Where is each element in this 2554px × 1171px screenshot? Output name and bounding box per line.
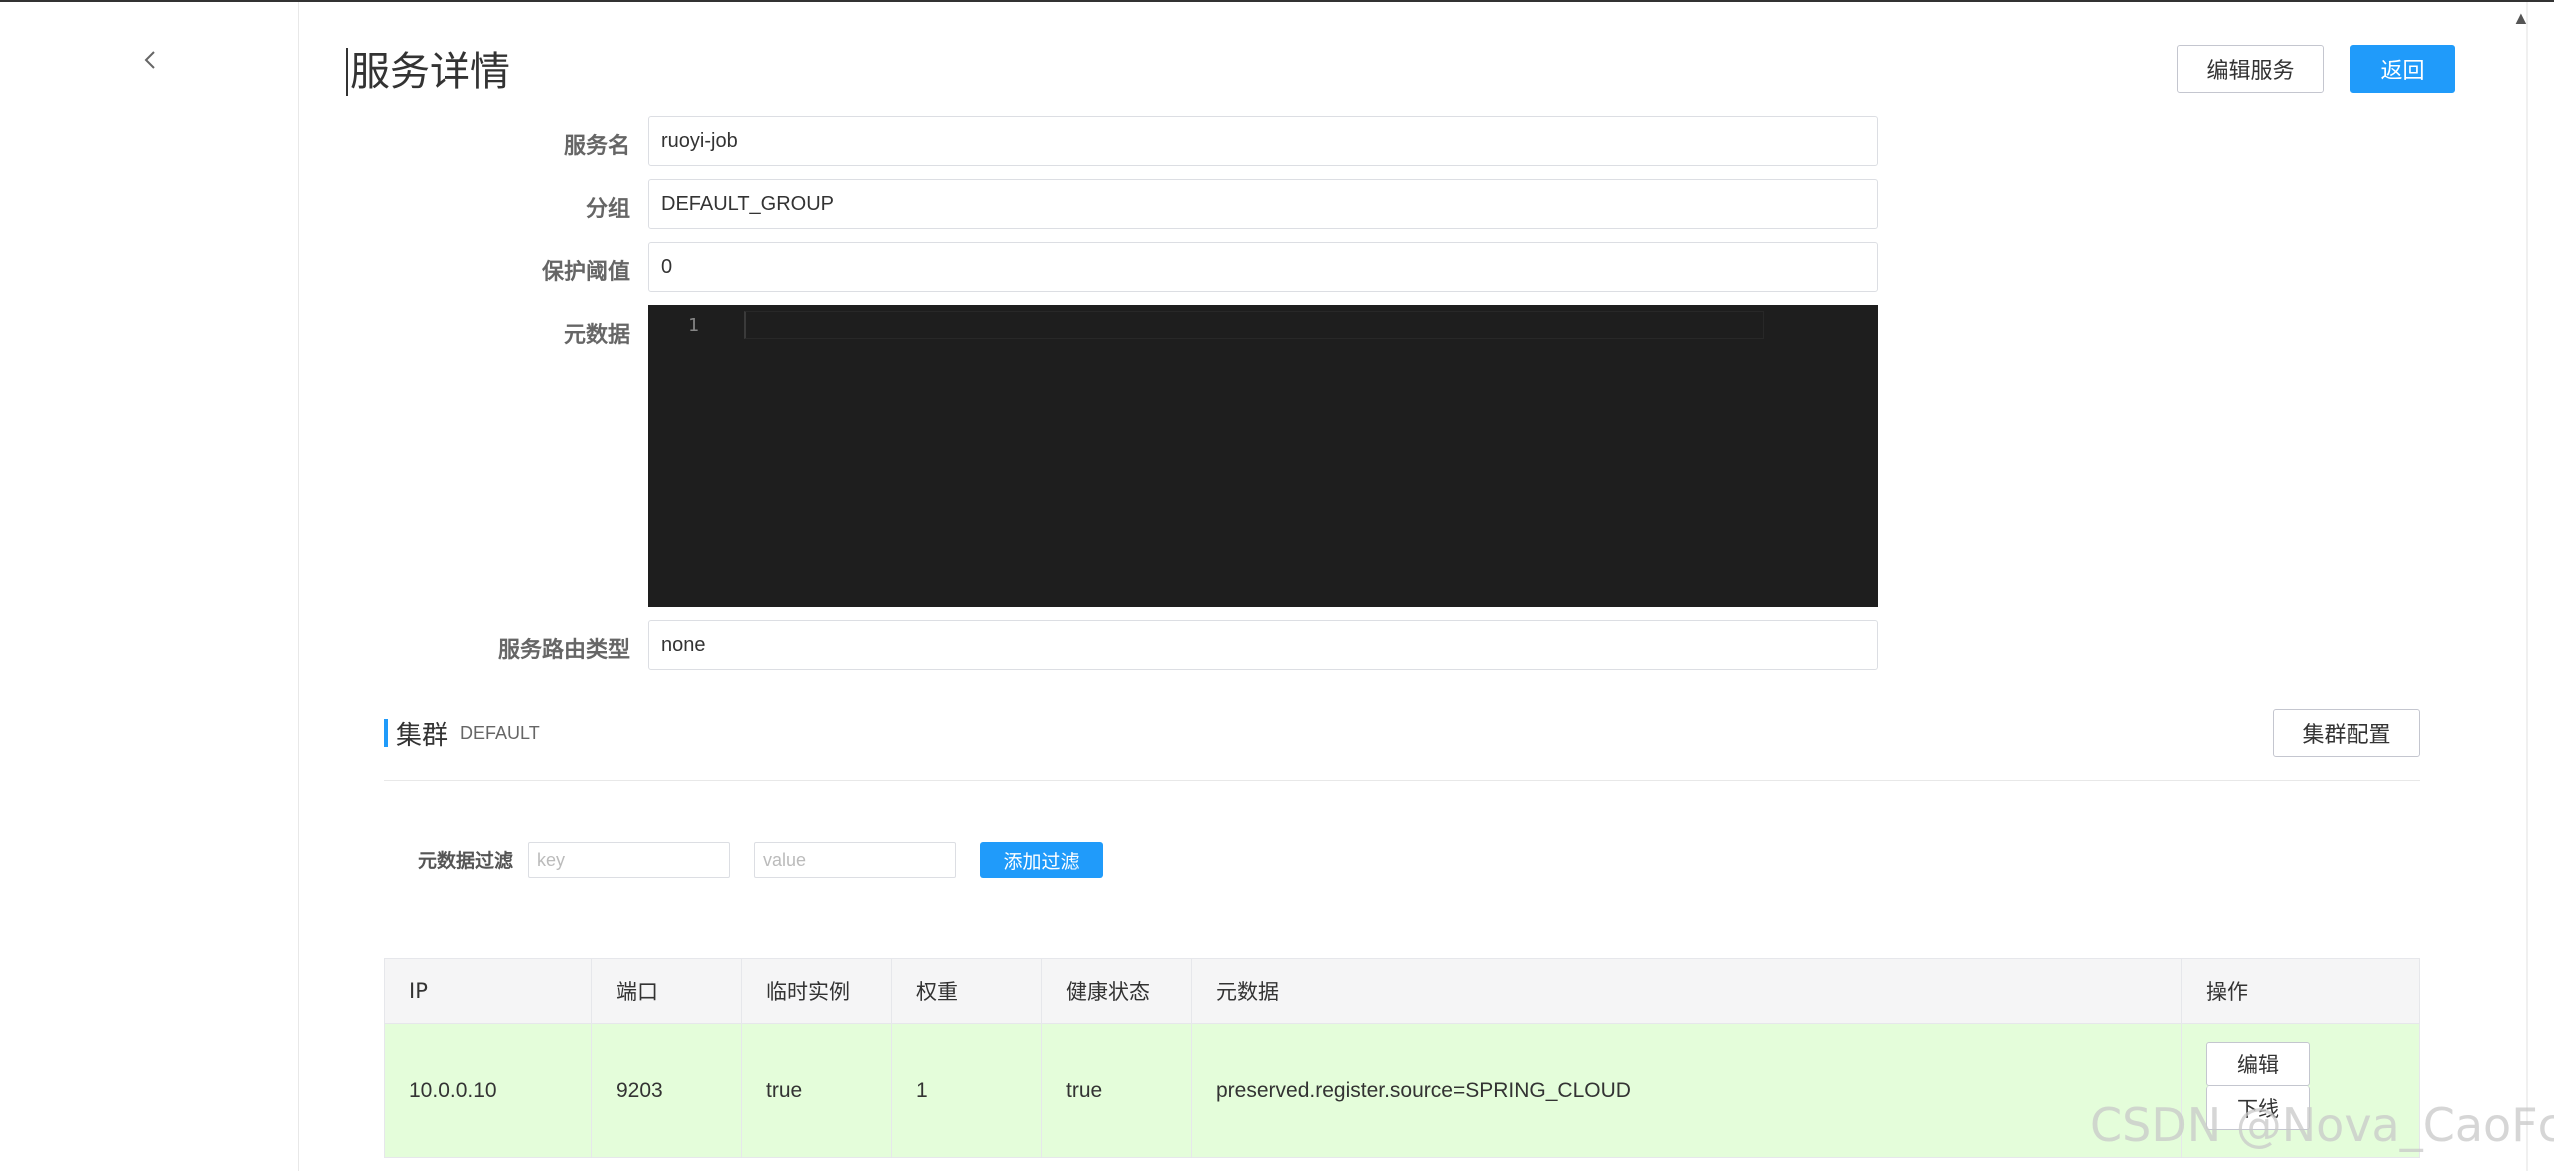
header-healthy: 健康状态 (1042, 959, 1192, 1023)
filter-key-input[interactable]: key (528, 842, 730, 878)
table-header-row: IP 端口 临时实例 权重 健康状态 元数据 操作 (385, 959, 2419, 1024)
scroll-up-arrow-icon[interactable]: ▲ (2512, 8, 2530, 29)
cluster-config-button[interactable]: 集群配置 (2273, 709, 2420, 757)
threshold-field[interactable]: 0 (648, 242, 1878, 292)
header-port: 端口 (592, 959, 742, 1023)
chevron-left-icon (144, 51, 155, 69)
header-ephemeral: 临时实例 (742, 959, 892, 1023)
filter-value-input[interactable]: value (754, 842, 956, 878)
metadata-label: 元数据 (563, 323, 630, 348)
service-name-field[interactable]: ruoyi-job (648, 116, 1878, 166)
group-label: 分组 (585, 197, 630, 222)
cell-ephemeral: true (742, 1024, 892, 1157)
cluster-title: 集群 (396, 720, 449, 751)
header-metadata: 元数据 (1192, 959, 2182, 1023)
main-content: 服务详情 编辑服务 返回 服务名 ruoyi-job 分组 DEFAULT_GR… (300, 2, 2500, 1171)
cell-ip: 10.0.0.10 (385, 1024, 592, 1157)
section-accent-bar (384, 719, 388, 747)
editor-line-number: 1 (688, 315, 699, 336)
cell-weight: 1 (892, 1024, 1042, 1157)
selector-type-field[interactable]: none (648, 620, 1878, 670)
header-operation: 操作 (2206, 980, 2248, 1004)
cell-port: 9203 (592, 1024, 742, 1157)
add-filter-button[interactable]: 添加过滤 (980, 842, 1103, 878)
left-nav-panel (0, 2, 299, 1171)
scrollbar-track (2526, 2, 2528, 1171)
edit-service-button[interactable]: 编辑服务 (2177, 45, 2324, 93)
section-divider (384, 780, 2420, 781)
watermark: CSDN @Nova_CaoFc (2090, 1098, 2554, 1152)
vertical-scrollbar[interactable]: ▲ (2502, 2, 2554, 1171)
threshold-label: 保护阈值 (541, 260, 630, 285)
selector-type-label: 服务路由类型 (497, 638, 630, 663)
service-name-label: 服务名 (563, 134, 630, 159)
header-weight: 权重 (892, 959, 1042, 1023)
back-button[interactable]: 返回 (2350, 45, 2455, 93)
cell-healthy: true (1042, 1024, 1192, 1157)
collapse-nav-button[interactable] (136, 46, 164, 74)
cell-metadata: preserved.register.source=SPRING_CLOUD (1192, 1024, 2182, 1157)
editor-current-line (744, 311, 1764, 339)
cluster-name: DEFAULT (460, 722, 540, 743)
page-title: 服务详情 (346, 48, 510, 96)
metadata-filter-label: 元数据过滤 (418, 850, 514, 872)
cluster-section-title: 集群 DEFAULT (384, 718, 540, 751)
group-field[interactable]: DEFAULT_GROUP (648, 179, 1878, 229)
header-ip: IP (385, 959, 592, 1023)
edit-instance-button[interactable]: 编辑 (2206, 1042, 2310, 1086)
metadata-editor[interactable]: 1 (648, 305, 1878, 607)
